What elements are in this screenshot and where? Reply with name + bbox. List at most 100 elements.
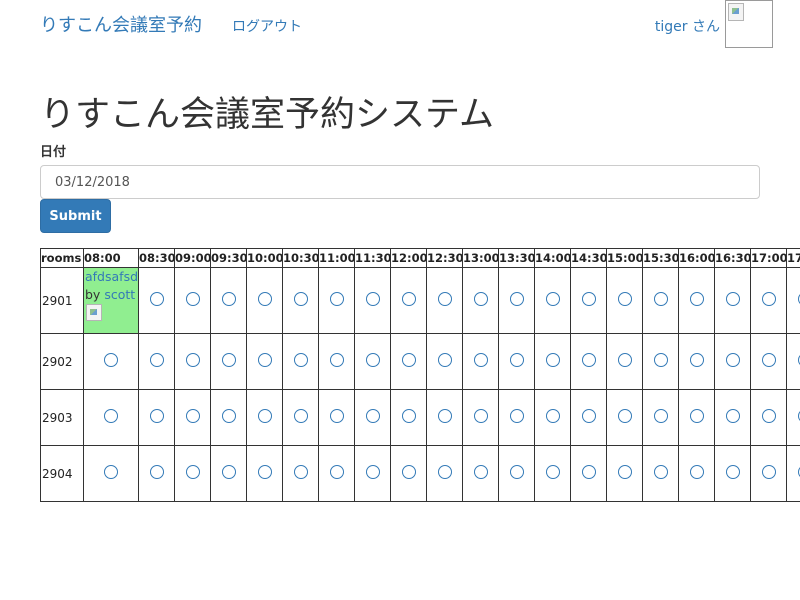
available-slot-icon[interactable] [401, 353, 416, 367]
available-slot-icon[interactable] [617, 292, 632, 306]
available-slot-icon[interactable] [365, 409, 380, 423]
available-slot-icon[interactable] [185, 292, 200, 306]
slot-cell [210, 445, 247, 502]
available-slot-icon[interactable] [761, 465, 776, 479]
slot-cell [354, 445, 391, 502]
date-input[interactable] [40, 165, 760, 199]
available-slot-icon[interactable] [725, 292, 740, 306]
header-time-0900: 09:00 [174, 248, 211, 268]
page-title: りすこん会議室予約システム [40, 95, 494, 135]
available-slot-icon[interactable] [725, 409, 740, 423]
available-slot-icon[interactable] [185, 409, 200, 423]
available-slot-icon[interactable] [473, 292, 488, 306]
user-name-link[interactable]: tiger さん [655, 16, 720, 36]
available-slot-icon[interactable] [617, 465, 632, 479]
available-slot-icon[interactable] [581, 353, 596, 367]
header-time-1530: 15:30 [642, 248, 679, 268]
brand-link[interactable]: りすこん会議室予約 [40, 11, 202, 37]
available-slot-icon[interactable] [149, 465, 164, 479]
available-slot-icon[interactable] [509, 409, 524, 423]
available-slot-icon[interactable] [473, 465, 488, 479]
available-slot-icon[interactable] [473, 409, 488, 423]
available-slot-icon[interactable] [149, 353, 164, 367]
available-slot-icon[interactable] [257, 409, 272, 423]
available-slot-icon[interactable] [365, 292, 380, 306]
available-slot-icon[interactable] [365, 353, 380, 367]
table-row: 2902 [40, 333, 800, 390]
available-slot-icon[interactable] [104, 409, 118, 423]
available-slot-icon[interactable] [365, 465, 380, 479]
available-slot-icon[interactable] [689, 409, 704, 423]
available-slot-icon[interactable] [329, 353, 344, 367]
available-slot-icon[interactable] [104, 465, 118, 479]
available-slot-icon[interactable] [725, 353, 740, 367]
available-slot-icon[interactable] [149, 409, 164, 423]
available-slot-icon[interactable] [293, 292, 308, 306]
available-slot-icon[interactable] [689, 465, 704, 479]
available-slot-icon[interactable] [257, 353, 272, 367]
available-slot-icon[interactable] [104, 353, 118, 367]
available-slot-icon[interactable] [437, 409, 452, 423]
available-slot-icon[interactable] [293, 409, 308, 423]
available-slot-icon[interactable] [221, 409, 236, 423]
available-slot-icon[interactable] [509, 465, 524, 479]
logout-link[interactable]: ログアウト [232, 16, 302, 36]
available-slot-icon[interactable] [581, 465, 596, 479]
available-slot-icon[interactable] [401, 465, 416, 479]
header-time-1330: 13:30 [498, 248, 535, 268]
slot-cell [426, 445, 463, 502]
available-slot-icon[interactable] [401, 409, 416, 423]
available-slot-icon[interactable] [437, 353, 452, 367]
available-slot-icon[interactable] [581, 409, 596, 423]
available-slot-icon[interactable] [545, 409, 560, 423]
available-slot-icon[interactable] [653, 465, 668, 479]
slot-cell [246, 389, 283, 446]
available-slot-icon[interactable] [293, 353, 308, 367]
available-slot-icon[interactable] [509, 292, 524, 306]
booking-title-link[interactable]: afdsafsd [84, 268, 138, 286]
slot-cell [174, 445, 211, 502]
available-slot-icon[interactable] [293, 465, 308, 479]
available-slot-icon[interactable] [581, 292, 596, 306]
available-slot-icon[interactable] [437, 292, 452, 306]
available-slot-icon[interactable] [545, 353, 560, 367]
available-slot-icon[interactable] [509, 353, 524, 367]
available-slot-icon[interactable] [761, 292, 776, 306]
available-slot-icon[interactable] [257, 292, 272, 306]
available-slot-icon[interactable] [185, 353, 200, 367]
available-slot-icon[interactable] [617, 353, 632, 367]
available-slot-icon[interactable] [329, 465, 344, 479]
available-slot-icon[interactable] [185, 465, 200, 479]
available-slot-icon[interactable] [437, 465, 452, 479]
available-slot-icon[interactable] [473, 353, 488, 367]
available-slot-icon[interactable] [221, 292, 236, 306]
slot-cell [83, 333, 139, 390]
available-slot-icon[interactable] [653, 292, 668, 306]
available-slot-icon[interactable] [257, 465, 272, 479]
available-slot-icon[interactable] [725, 465, 740, 479]
available-slot-icon[interactable] [221, 353, 236, 367]
slot-cell [678, 333, 715, 390]
available-slot-icon[interactable] [401, 292, 416, 306]
header-time-0930: 09:30 [210, 248, 247, 268]
available-slot-icon[interactable] [761, 353, 776, 367]
available-slot-icon[interactable] [617, 409, 632, 423]
booking-owner: by scott [84, 286, 138, 304]
slot-cell [246, 445, 283, 502]
booking-user-link[interactable]: scott [104, 287, 135, 302]
available-slot-icon[interactable] [329, 292, 344, 306]
header-time-1300: 13:00 [462, 248, 499, 268]
available-slot-icon[interactable] [545, 292, 560, 306]
available-slot-icon[interactable] [329, 409, 344, 423]
slot-cell [678, 267, 715, 334]
available-slot-icon[interactable] [761, 409, 776, 423]
available-slot-icon[interactable] [689, 353, 704, 367]
available-slot-icon[interactable] [653, 353, 668, 367]
available-slot-icon[interactable] [545, 465, 560, 479]
available-slot-icon[interactable] [689, 292, 704, 306]
slot-cell [390, 445, 427, 502]
submit-button[interactable]: Submit [40, 199, 111, 233]
available-slot-icon[interactable] [653, 409, 668, 423]
available-slot-icon[interactable] [221, 465, 236, 479]
available-slot-icon[interactable] [149, 292, 164, 306]
